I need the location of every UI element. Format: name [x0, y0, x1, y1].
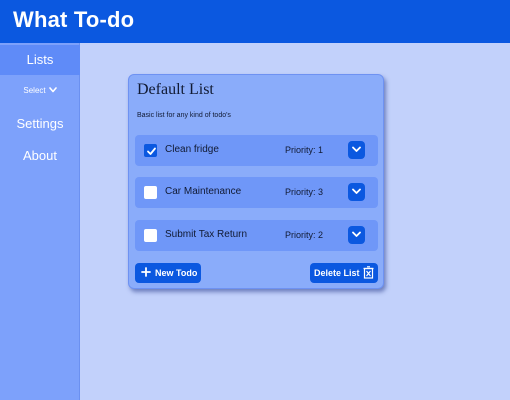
app-header: What To-do	[0, 0, 510, 43]
sidebar: Lists Select Settings About	[0, 43, 80, 400]
sidebar-item-lists[interactable]: Lists	[0, 45, 80, 75]
list-title: Default List	[137, 81, 214, 98]
delete-list-button[interactable]: Delete List	[310, 263, 378, 283]
expand-todo-button[interactable]	[348, 141, 365, 159]
chevron-down-icon	[352, 231, 361, 237]
todo-priority: Priority: 3	[285, 187, 324, 197]
app-title: What To-do	[13, 7, 135, 32]
expand-todo-button[interactable]	[348, 226, 365, 244]
list-description: Basic list for any kind of todo's	[137, 112, 231, 119]
todo-priority: Priority: 2	[285, 230, 324, 240]
todo-name: Submit Tax Return	[165, 229, 248, 240]
todo-name: Car Maintenance	[165, 186, 242, 197]
todo-item: Car Maintenance Priority: 3	[135, 177, 378, 208]
sidebar-item-about[interactable]: About	[0, 146, 80, 166]
chevron-down-icon	[48, 82, 57, 100]
sidebar-select-dropdown[interactable]: Select	[0, 82, 80, 100]
todo-item: Submit Tax Return Priority: 2	[135, 220, 378, 251]
new-todo-label: New Todo	[155, 268, 198, 278]
chevron-down-icon	[352, 188, 361, 194]
todo-list-card: Default List Basic list for any kind of …	[128, 74, 384, 289]
delete-list-label: Delete List	[314, 268, 360, 278]
todo-priority: Priority: 1	[285, 145, 324, 155]
select-label: Select	[23, 86, 46, 96]
plus-icon	[141, 267, 151, 279]
todo-checkbox[interactable]	[144, 144, 157, 157]
todo-name: Clean fridge	[165, 144, 219, 155]
trash-icon	[363, 266, 374, 281]
sidebar-item-settings[interactable]: Settings	[0, 114, 80, 134]
todo-item: Clean fridge Priority: 1	[135, 135, 378, 166]
expand-todo-button[interactable]	[348, 183, 365, 201]
todo-checkbox[interactable]	[144, 229, 157, 242]
todo-checkbox[interactable]	[144, 186, 157, 199]
new-todo-button[interactable]: New Todo	[135, 263, 201, 283]
chevron-down-icon	[352, 146, 361, 152]
checkmark-icon	[147, 147, 156, 155]
